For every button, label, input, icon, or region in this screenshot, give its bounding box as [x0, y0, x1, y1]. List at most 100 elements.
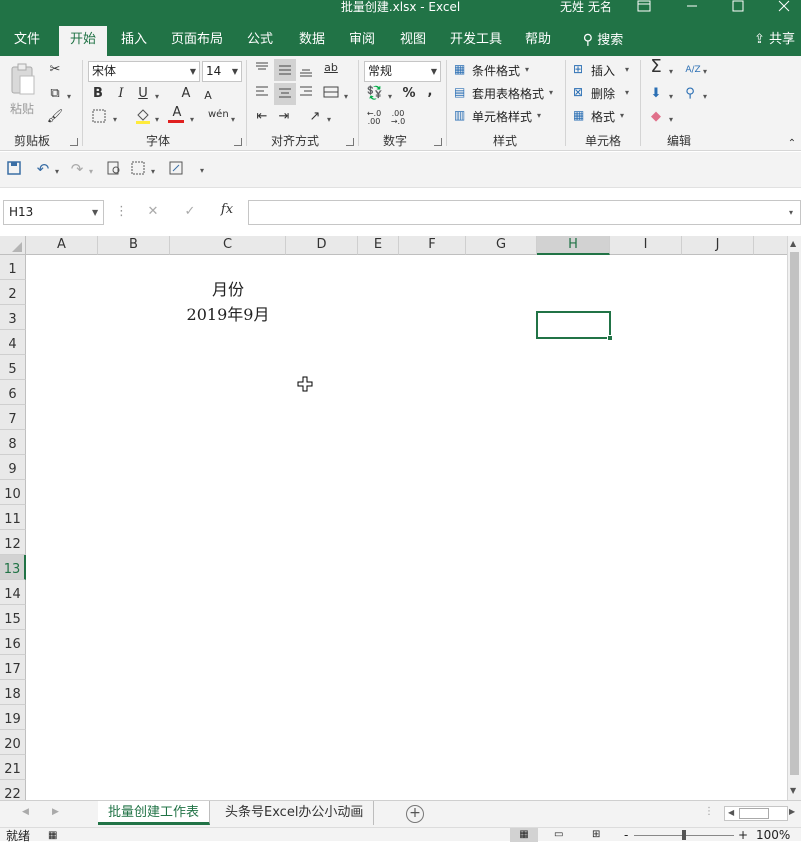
normal-view-icon[interactable]: ▦ — [510, 828, 538, 842]
borders-qat-icon[interactable] — [130, 161, 146, 180]
tab-file[interactable]: 文件 — [2, 26, 52, 56]
increase-indent-icon[interactable]: ⇥ — [276, 109, 292, 125]
collapse-ribbon-icon[interactable]: ⌃ — [786, 136, 798, 152]
row-header-22[interactable]: 22 — [0, 780, 26, 800]
row-header-6[interactable]: 6 — [0, 380, 26, 405]
column-header-j[interactable]: J — [682, 236, 754, 255]
scroll-right-icon[interactable]: ▶ — [789, 807, 795, 816]
formula-input[interactable] — [248, 200, 801, 225]
scroll-left-icon[interactable]: ◀ — [728, 808, 734, 817]
name-box[interactable]: H13 — [3, 200, 104, 225]
column-header-i[interactable]: I — [610, 236, 682, 255]
expand-formula-bar-icon[interactable]: ▾ — [789, 208, 793, 217]
shrink-font-button[interactable]: A — [201, 88, 215, 104]
borders-qat-dropdown-icon[interactable]: ▾ — [151, 167, 155, 176]
column-header-b[interactable]: B — [98, 236, 170, 255]
row-header-17[interactable]: 17 — [0, 655, 26, 680]
borders-icon[interactable] — [90, 109, 108, 128]
borders-dropdown-icon[interactable]: ▾ — [113, 115, 117, 124]
bold-button[interactable]: B — [90, 86, 106, 102]
alignment-launcher-icon[interactable] — [346, 138, 354, 146]
zoom-out-icon[interactable]: - — [624, 828, 628, 842]
fill-dropdown-icon[interactable]: ▾ — [669, 92, 673, 101]
cell-c2[interactable]: 月份 — [170, 276, 286, 300]
clear-icon[interactable]: ◆ — [648, 109, 664, 125]
tab-page-layout[interactable]: 页面布局 — [164, 26, 230, 56]
italic-button[interactable]: I — [113, 86, 129, 102]
confirm-entry-icon[interactable]: ✓ — [182, 204, 198, 220]
row-header-19[interactable]: 19 — [0, 705, 26, 730]
cancel-entry-icon[interactable]: ✕ — [145, 204, 161, 220]
align-left-icon[interactable] — [254, 86, 270, 103]
tab-home[interactable]: 开始 — [59, 26, 107, 56]
merge-center-icon[interactable] — [322, 86, 340, 103]
cut-icon[interactable]: ✂ — [46, 62, 64, 78]
row-header-13[interactable]: 13 — [0, 555, 26, 580]
align-center-icon[interactable] — [274, 83, 296, 105]
merge-dropdown-icon[interactable]: ▾ — [344, 92, 348, 101]
page-break-view-icon[interactable]: ⊞ — [592, 828, 610, 842]
tab-insert[interactable]: 插入 — [112, 26, 156, 56]
scroll-up-icon[interactable]: ▲ — [790, 239, 796, 248]
row-header-3[interactable]: 3 — [0, 305, 26, 330]
row-header-1[interactable]: 1 — [0, 255, 26, 280]
percent-style-button[interactable]: % — [401, 86, 417, 102]
find-select-icon[interactable]: ⚲ — [682, 86, 698, 102]
print-preview-icon[interactable] — [106, 161, 122, 180]
align-right-icon[interactable] — [298, 86, 314, 103]
font-color-icon[interactable]: A — [168, 106, 186, 123]
tab-view[interactable]: 视图 — [391, 26, 435, 56]
scroll-down-icon[interactable]: ▼ — [790, 786, 796, 795]
horizontal-scrollbar[interactable]: ◀ — [724, 806, 788, 821]
macro-record-icon[interactable]: ▦ — [48, 830, 57, 842]
fill-color-dropdown-icon[interactable]: ▾ — [155, 115, 159, 124]
next-sheet-icon[interactable]: ▶ — [52, 807, 59, 817]
ribbon-display-options-icon[interactable] — [632, 0, 656, 14]
autosum-icon[interactable]: Σ — [646, 58, 666, 76]
vertical-scroll-thumb[interactable] — [790, 252, 799, 775]
copy-icon[interactable]: ⧉ — [46, 86, 64, 102]
search-button[interactable]: ⚲ 搜索 — [576, 26, 630, 56]
horizontal-scroll-thumb[interactable] — [739, 808, 769, 819]
column-header-g[interactable]: G — [466, 236, 537, 255]
fill-icon[interactable]: ⬇ — [648, 86, 664, 102]
row-header-9[interactable]: 9 — [0, 455, 26, 480]
select-all-corner[interactable] — [0, 236, 26, 255]
prev-sheet-icon[interactable]: ◀ — [22, 807, 29, 817]
vertical-scrollbar[interactable]: ▲ ▼ — [787, 236, 801, 800]
accounting-format-icon[interactable]: 💱 — [366, 86, 384, 102]
find-select-dropdown-icon[interactable]: ▾ — [703, 92, 707, 101]
fill-color-icon[interactable] — [134, 107, 152, 130]
column-header-h[interactable]: H — [537, 236, 610, 255]
autosum-dropdown-icon[interactable]: ▾ — [669, 67, 673, 76]
font-name-combo[interactable]: 宋体 ▼ — [88, 61, 200, 82]
column-header-f[interactable]: F — [399, 236, 466, 255]
zoom-slider-thumb[interactable] — [682, 830, 686, 840]
column-header-k[interactable] — [754, 236, 787, 255]
customize-qat-icon[interactable]: ▾ — [200, 166, 204, 175]
sort-filter-dropdown-icon[interactable]: ▾ — [703, 67, 707, 76]
row-header-18[interactable]: 18 — [0, 680, 26, 705]
format-painter-icon[interactable]: 🖌 — [46, 109, 64, 125]
more-options-icon[interactable]: ⋮ — [704, 806, 714, 817]
tab-review[interactable]: 审阅 — [340, 26, 384, 56]
tab-help[interactable]: 帮助 — [516, 26, 560, 56]
phonetic-guide-icon[interactable]: wén — [208, 107, 229, 123]
zoom-in-icon[interactable]: + — [738, 828, 748, 842]
page-layout-view-icon[interactable]: ▭ — [554, 828, 572, 842]
number-format-combo[interactable]: 常规 ▼ — [364, 61, 441, 82]
phonetic-dropdown-icon[interactable]: ▾ — [231, 115, 235, 124]
decrease-decimal-icon[interactable]: .00 →.0 — [388, 110, 408, 126]
paste-button[interactable]: 粘贴 — [8, 62, 40, 120]
row-header-4[interactable]: 4 — [0, 330, 26, 355]
row-header-16[interactable]: 16 — [0, 630, 26, 655]
row-header-5[interactable]: 5 — [0, 355, 26, 380]
align-bottom-icon[interactable] — [298, 64, 314, 83]
wrap-text-icon[interactable]: ab — [322, 60, 340, 76]
increase-decimal-icon[interactable]: ←.0.00 — [364, 110, 384, 126]
zoom-level[interactable]: 100% — [756, 829, 790, 842]
name-box-dropdown-icon[interactable]: ▼ — [92, 208, 98, 217]
undo-icon[interactable]: ↶ — [34, 161, 52, 177]
row-header-20[interactable]: 20 — [0, 730, 26, 755]
number-launcher-icon[interactable] — [434, 138, 442, 146]
